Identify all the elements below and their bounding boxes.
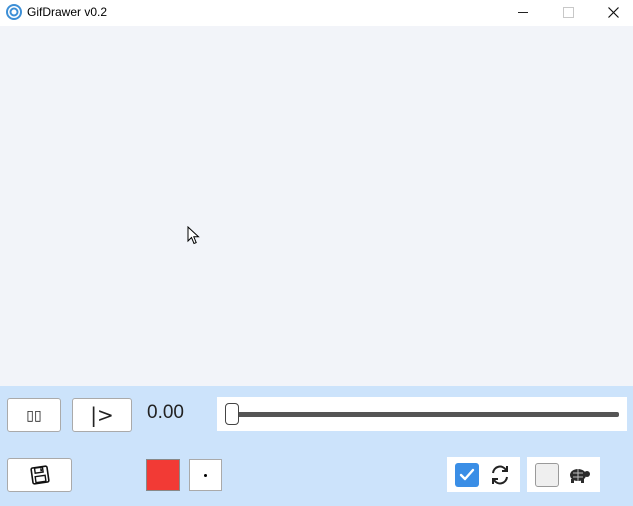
pause-label: ▯▯	[26, 406, 42, 423]
control-panel: ▯▯ |> 0.00	[0, 386, 633, 506]
save-button[interactable]	[7, 458, 72, 492]
drawing-canvas[interactable]	[0, 26, 633, 386]
maximize-icon	[562, 7, 574, 18]
minimize-icon	[518, 12, 528, 13]
pause-button[interactable]: ▯▯	[7, 398, 61, 432]
step-label: |>	[90, 403, 114, 427]
maximize-button[interactable]	[545, 0, 591, 25]
save-icon	[29, 465, 50, 485]
close-button[interactable]	[590, 0, 633, 25]
brush-size-dot	[204, 473, 207, 477]
slow-motion-toggle-group	[527, 457, 600, 492]
time-display: 0.00	[147, 402, 184, 423]
timeline-slider-track[interactable]	[229, 412, 619, 417]
turtle-icon	[570, 469, 590, 483]
window-title: GifDrawer v0.2	[27, 5, 108, 19]
timeline-slider-thumb[interactable]	[225, 403, 239, 425]
brush-color-swatch[interactable]	[146, 459, 180, 491]
title-bar: GifDrawer v0.2	[0, 0, 633, 25]
loop-toggle-group	[447, 457, 520, 492]
timeline-slider-container	[217, 397, 627, 431]
check-icon	[459, 468, 475, 481]
close-icon	[607, 7, 619, 18]
slow-motion-checkbox[interactable]	[535, 463, 559, 487]
step-forward-button[interactable]: |>	[72, 398, 132, 432]
cursor-icon	[187, 226, 200, 245]
app-icon	[6, 4, 22, 20]
brush-size-button[interactable]	[189, 459, 222, 491]
loop-checkbox[interactable]	[455, 463, 479, 487]
minimize-button[interactable]	[500, 0, 546, 25]
loop-icon	[492, 465, 508, 485]
